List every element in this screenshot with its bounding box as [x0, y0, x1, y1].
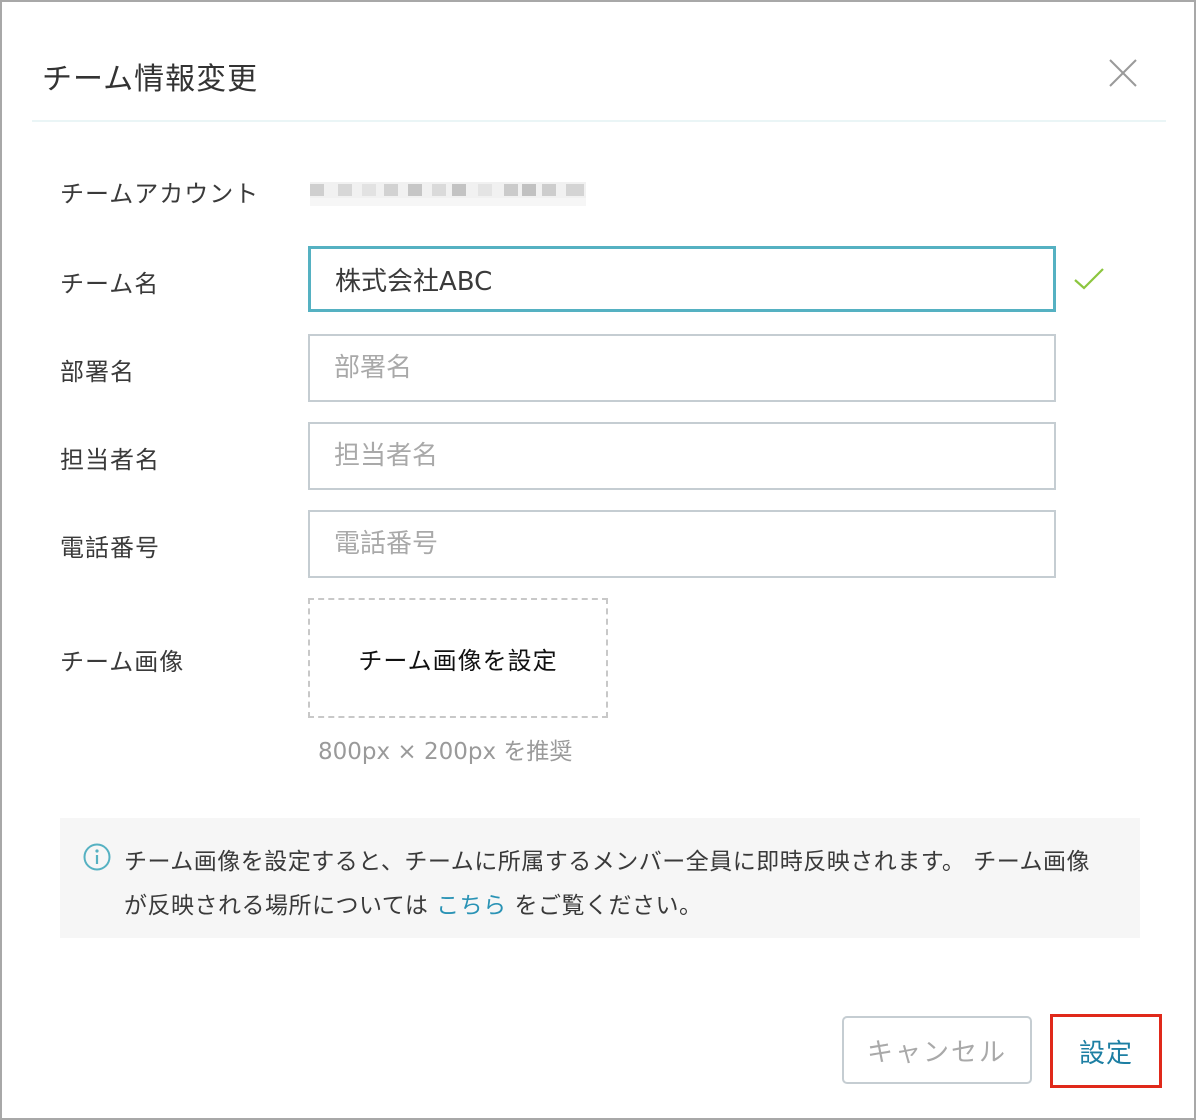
submit-button[interactable]: 設定 — [1050, 1014, 1162, 1088]
department-input[interactable] — [308, 334, 1056, 402]
dialog-title: チーム情報変更 — [42, 62, 259, 97]
info-notice: チーム画像を設定すると、チームに所属するメンバー全員に即時反映されます。 チーム… — [60, 818, 1140, 938]
close-button[interactable] — [1106, 56, 1140, 90]
team-account-label: チームアカウント — [60, 180, 260, 208]
notice-link[interactable]: こちら — [436, 893, 507, 919]
team-info-dialog: チーム情報変更 チームアカウント チーム名 部署名 担当者名 電話番号 — [0, 0, 1196, 1120]
team-name-input[interactable] — [308, 246, 1056, 312]
header-divider — [32, 120, 1166, 122]
phone-label: 電話番号 — [60, 534, 160, 562]
team-image-label: チーム画像 — [60, 648, 185, 676]
image-size-hint: 800px × 200px を推奨 — [318, 739, 573, 765]
department-label: 部署名 — [60, 358, 135, 386]
set-team-image-label: チーム画像を設定 — [358, 646, 558, 675]
team-account-value-masked — [310, 182, 586, 206]
cancel-button[interactable]: キャンセル — [842, 1016, 1032, 1084]
notice-text-after: をご覧ください。 — [506, 893, 703, 919]
info-icon — [83, 843, 111, 871]
phone-input[interactable] — [308, 510, 1056, 578]
contact-name-input[interactable] — [308, 422, 1056, 490]
contact-name-label: 担当者名 — [60, 446, 160, 474]
close-icon — [1109, 59, 1137, 87]
team-name-label: チーム名 — [60, 270, 160, 298]
check-icon — [1074, 268, 1104, 290]
set-team-image-button[interactable]: チーム画像を設定 — [308, 598, 608, 718]
